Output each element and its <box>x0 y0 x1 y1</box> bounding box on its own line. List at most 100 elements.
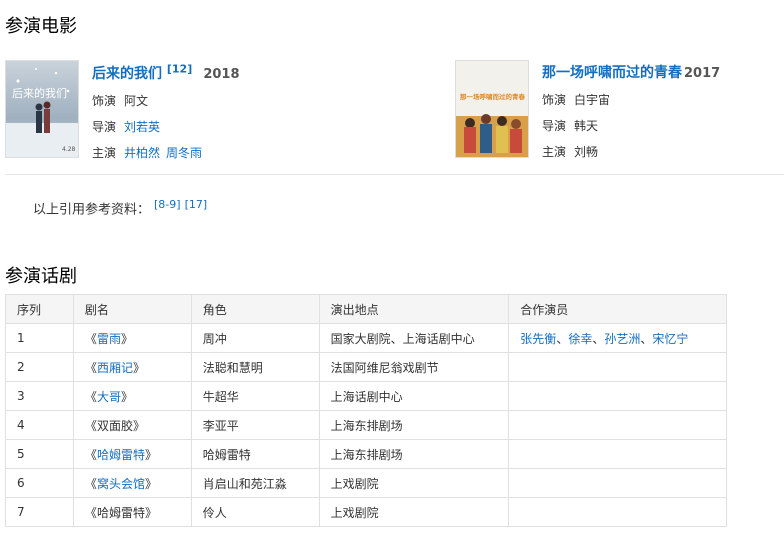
cell-no: 3 <box>5 381 74 411</box>
cell-title: 《雷雨》 <box>72 323 192 353</box>
plays-section-title: 参演话剧 <box>5 266 77 287</box>
film-director-row-1: 导演 刘若英 <box>92 119 161 134</box>
table-row: 2 《西厢记》 法聪和慧明 法国阿维尼翁戏剧节 <box>5 352 727 382</box>
plays-table-body: 1 《雷雨》 周冲 国家大剧院、上海话剧中心 张先衡、徐幸、孙艺洲、宋忆宁 2 《西厢记》法… <box>5 323 727 527</box>
film-poster-1[interactable]: 后来的我们 4.28 <box>5 60 79 158</box>
cell-role: 肖启山和苑江淼 <box>190 468 320 498</box>
book-title-mark: 《 <box>84 447 97 462</box>
cell-partners <box>508 468 727 498</box>
film-poster-1-art: 后来的我们 4.28 <box>6 68 78 157</box>
cell-title: 《哈姆雷特》 <box>72 497 192 527</box>
film-cast-2: 刘畅 <box>574 145 599 159</box>
separator: 、 <box>592 331 605 346</box>
play-title-link[interactable]: 雷雨 <box>97 332 121 346</box>
cell-venue: 上海话剧中心 <box>318 381 510 411</box>
separator: 、 <box>556 331 569 346</box>
table-row: 7 《哈姆雷特》 伶人 上戏剧院 <box>5 497 727 527</box>
table-header-row: 序列 剧名 角色 演出地点 合作演员 <box>5 294 727 324</box>
cell-partners <box>508 381 727 411</box>
header-venue: 演出地点 <box>318 294 510 324</box>
cell-role: 牛超华 <box>190 381 320 411</box>
cell-title: 《西厢记》 <box>72 352 192 382</box>
table-row: 6 《窝头会馆》 肖启山和苑江淼 上戏剧院 <box>5 468 727 498</box>
film-cast-link[interactable]: 周冬雨 <box>166 146 202 160</box>
cell-title: 《双面胶》 <box>72 410 192 440</box>
book-title-mark: 》 <box>132 360 145 375</box>
cell-partners <box>508 497 727 527</box>
film-director-2: 韩天 <box>574 119 599 133</box>
play-title-link[interactable]: 窝头会馆 <box>97 477 145 491</box>
reference-link[interactable]: [8-9] <box>154 198 181 211</box>
film-cast-row-1: 主演 井柏然 周冬雨 <box>92 145 203 160</box>
play-title: 双面胶 <box>96 418 133 433</box>
film-poster-2-art: 那一场呼啸而过的青春 <box>456 92 528 157</box>
cell-no: 2 <box>5 352 74 382</box>
film-cast-link[interactable]: 井柏然 <box>124 146 160 160</box>
play-title-link[interactable]: 哈姆雷特 <box>97 448 145 462</box>
film-director-link-1[interactable]: 刘若英 <box>124 120 160 134</box>
table-row: 5 《哈姆雷特》 哈姆雷特 上海东排剧场 <box>5 439 727 469</box>
film-year-1: 2018 <box>203 66 240 82</box>
play-title-link[interactable]: 西厢记 <box>97 361 133 375</box>
film-title-link-1[interactable]: 后来的我们 [12] <box>92 62 192 82</box>
book-title-mark: 》 <box>120 389 133 404</box>
book-title-mark: 》 <box>132 418 145 433</box>
book-title-mark: 》 <box>144 476 157 491</box>
film-poster-1-title: 后来的我们 <box>12 86 67 100</box>
cell-venue: 法国阿维尼翁戏剧节 <box>318 352 510 382</box>
film-role-row-1: 饰演 阿文 <box>92 93 149 108</box>
reference-link[interactable]: [17] <box>185 198 208 211</box>
cell-partners: 张先衡、徐幸、孙艺洲、宋忆宁 <box>508 323 727 353</box>
cell-venue: 上海东排剧场 <box>318 439 510 469</box>
films-section-title: 参演电影 <box>5 16 77 37</box>
book-title-mark: 《 <box>84 418 97 433</box>
separator: 、 <box>640 331 653 346</box>
plays-table: 序列 剧名 角色 演出地点 合作演员 1 《雷雨》 周冲 国家大剧院、上海话剧中心 张先… <box>5 294 727 527</box>
book-title-mark: 《 <box>84 331 97 346</box>
film-title-link-2[interactable]: 那一场呼啸而过的青春 <box>542 65 682 81</box>
film-poster-2[interactable]: 那一场呼啸而过的青春 <box>455 60 529 158</box>
header-no: 序列 <box>5 294 74 324</box>
cell-role: 伶人 <box>190 497 320 527</box>
section-divider <box>5 174 784 175</box>
film-role-row-2: 饰演 白宇宙 <box>542 93 611 107</box>
book-title-mark: 》 <box>144 447 157 462</box>
cell-role: 周冲 <box>190 323 320 353</box>
table-row: 1 《雷雨》 周冲 国家大剧院、上海话剧中心 张先衡、徐幸、孙艺洲、宋忆宁 <box>5 323 727 353</box>
header-partners: 合作演员 <box>508 294 727 324</box>
play-title-link[interactable]: 大哥 <box>97 390 121 404</box>
cell-partners <box>508 439 727 469</box>
cell-partners <box>508 410 727 440</box>
book-title-mark: 》 <box>120 331 133 346</box>
book-title-mark: 《 <box>84 389 97 404</box>
film-poster-1-date: 4.28 <box>62 146 76 153</box>
film-ref-1[interactable]: [12] <box>167 62 192 75</box>
header-role: 角色 <box>190 294 320 324</box>
partner-link[interactable]: 孙艺洲 <box>604 332 640 346</box>
cell-title: 《窝头会馆》 <box>72 468 192 498</box>
partner-link[interactable]: 宋忆宁 <box>652 332 688 346</box>
cell-role: 哈姆雷特 <box>190 439 320 469</box>
references-label: 以上引用参考资料： <box>33 202 151 218</box>
cell-role: 法聪和慧明 <box>190 352 320 382</box>
cell-venue: 国家大剧院、上海话剧中心 <box>318 323 510 353</box>
cell-role: 李亚平 <box>190 410 320 440</box>
partner-link[interactable]: 张先衡 <box>520 332 556 346</box>
cell-title: 《哈姆雷特》 <box>72 439 192 469</box>
film-director-row-2: 导演 韩天 <box>542 119 599 133</box>
play-title: 哈姆雷特 <box>96 505 145 520</box>
film-info-1: 后来的我们 [12] 2018 饰演 阿文 导演 刘若英 主演 井柏然 周冬雨 <box>92 62 240 161</box>
cell-title: 《大哥》 <box>72 381 192 411</box>
cell-venue: 上戏剧院 <box>318 468 510 498</box>
partner-link[interactable]: 徐幸 <box>568 332 592 346</box>
film-role-1: 阿文 <box>124 93 149 108</box>
cell-no: 5 <box>5 439 74 469</box>
film-year-2: 2017 <box>684 66 721 81</box>
film-info-2: 那一场呼啸而过的青春 2017 饰演 白宇宙 导演 韩天 主演 刘畅 <box>542 62 720 160</box>
cell-no: 1 <box>5 323 74 353</box>
film-poster-2-title: 那一场呼啸而过的青春 <box>460 92 526 101</box>
cell-no: 4 <box>5 410 74 440</box>
film-role-2: 白宇宙 <box>574 93 611 107</box>
book-title-mark: 《 <box>84 360 97 375</box>
table-row: 3 《大哥》 牛超华 上海话剧中心 <box>5 381 727 411</box>
